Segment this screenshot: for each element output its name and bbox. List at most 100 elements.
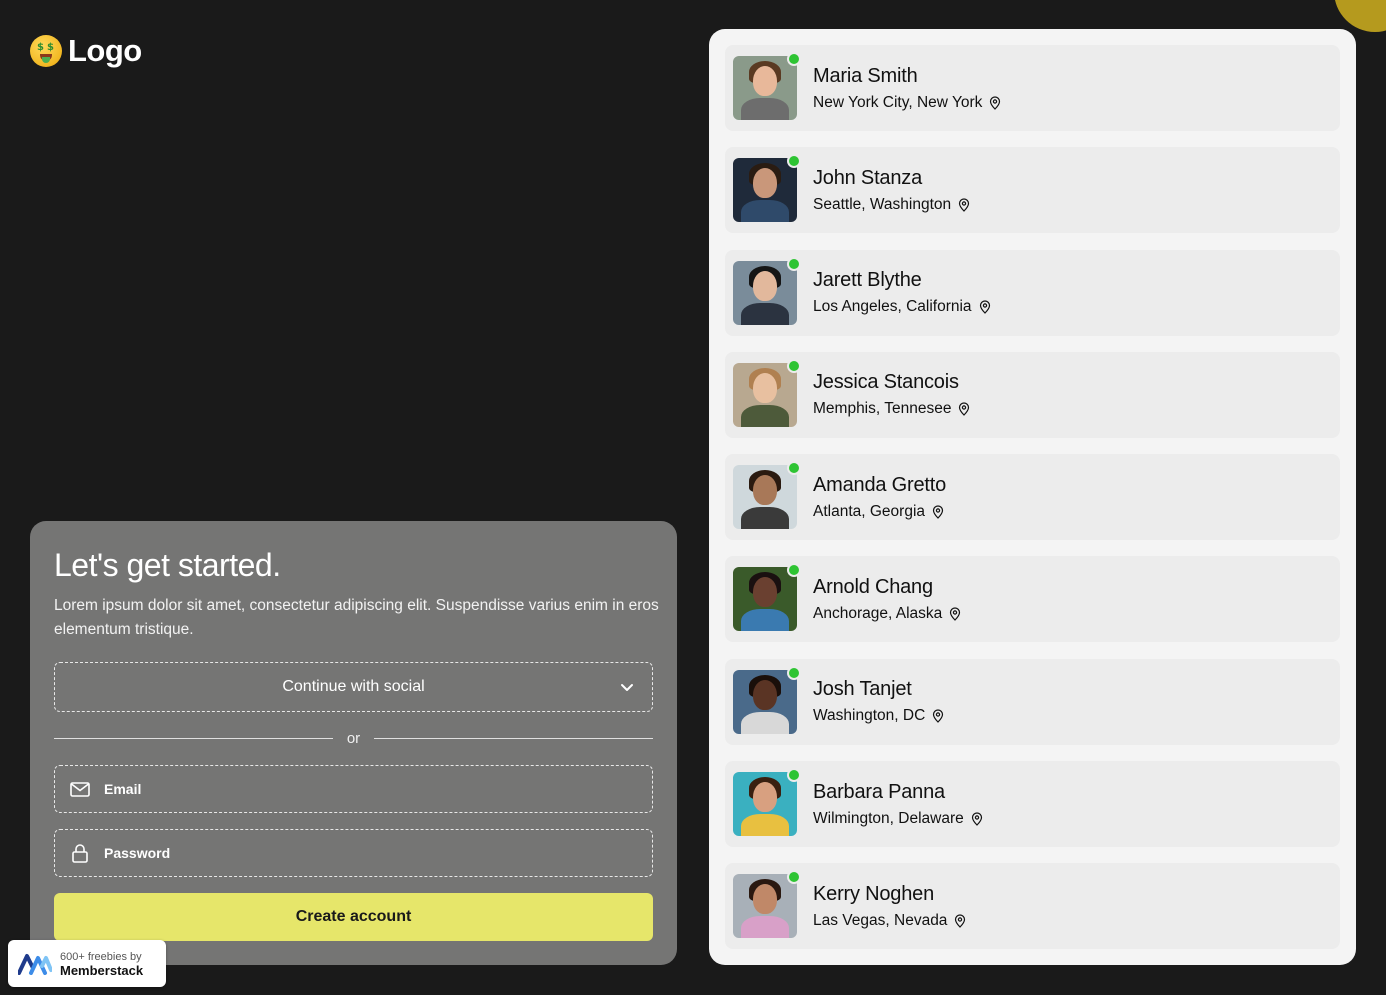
online-status-dot: [787, 358, 801, 373]
avatar-body: [741, 200, 789, 223]
person-name: Josh Tanjet: [813, 678, 912, 701]
map-pin-icon: [932, 505, 944, 519]
map-pin-icon: [959, 198, 970, 212]
online-status-dot: [787, 768, 801, 783]
avatar-head: [753, 270, 777, 301]
avatar-wrapper: [733, 870, 801, 939]
money-mouth-face-icon: [30, 35, 62, 67]
person-card[interactable]: Jarett Blythe Los Angeles, California: [725, 249, 1340, 336]
person-info: Maria Smith New York City, New York: [813, 65, 1002, 112]
online-status-dot: [787, 154, 801, 169]
avatar-head: [753, 66, 777, 96]
avatar-wrapper: [733, 256, 801, 325]
person-info: Kerry Noghen Las Vegas, Nevada: [813, 883, 967, 930]
badge-line-1: 600+ freebies by: [60, 950, 142, 963]
avatar-wrapper: [733, 52, 801, 120]
person-card[interactable]: Amanda Gretto Atlanta, Georgia: [725, 454, 1340, 541]
signup-title: Let's get started.: [54, 547, 281, 583]
avatar: [733, 158, 797, 223]
divider-line: [54, 738, 333, 739]
avatar: [733, 260, 797, 325]
map-pin-icon: [959, 402, 970, 417]
person-card[interactable]: Kerry Noghen Las Vegas, Nevada: [725, 863, 1340, 950]
person-card[interactable]: Arnold Chang Anchorage, Alaska: [725, 556, 1340, 643]
avatar-wrapper: [733, 768, 801, 837]
divider-line: [374, 738, 653, 739]
avatar-wrapper: [733, 665, 801, 734]
map-pin-icon: [933, 709, 944, 724]
online-status-dot: [787, 563, 801, 578]
avatar-body: [741, 814, 789, 837]
person-card[interactable]: Josh Tanjet Washington, DC: [725, 658, 1340, 745]
badge-line-2: Memberstack: [60, 962, 144, 978]
person-location-text: Las Vegas, Nevada: [813, 911, 948, 929]
avatar-body: [741, 916, 789, 939]
avatar-head: [753, 372, 777, 403]
person-card[interactable]: Maria Smith New York City, New York: [725, 45, 1340, 131]
people-list: Maria Smith New York City, New York John…: [709, 29, 1356, 965]
avatar-wrapper: [733, 461, 801, 530]
avatar-wrapper: [733, 154, 801, 223]
person-info: Jessica Stancois Memphis, Tennesee: [813, 371, 971, 418]
person-location-text: Wilmington, Delaware: [813, 809, 964, 827]
password-input[interactable]: [104, 845, 624, 861]
person-card[interactable]: Jessica Stancois Memphis, Tennesee: [725, 351, 1340, 438]
person-name: John Stanza: [813, 166, 922, 189]
person-location-text: Atlanta, Georgia: [813, 502, 926, 520]
corner-decoration: [1334, 0, 1386, 32]
memberstack-logo-icon: [18, 953, 52, 975]
online-status-dot: [787, 461, 801, 476]
email-input[interactable]: [104, 781, 624, 797]
avatar-head: [753, 679, 777, 710]
email-field-wrapper[interactable]: [54, 765, 653, 813]
signup-card: Let's get started. Lorem ipsum dolor sit…: [30, 521, 677, 965]
avatar: [733, 669, 797, 734]
avatar-body: [741, 404, 789, 427]
continue-with-social-dropdown[interactable]: Continue with social: [54, 662, 653, 712]
person-location: Las Vegas, Nevada: [813, 912, 967, 930]
avatar: [733, 362, 797, 427]
signup-description: Lorem ipsum dolor sit amet, consectetur …: [54, 597, 659, 638]
avatar-head: [753, 782, 777, 813]
avatar: [733, 772, 797, 837]
person-card[interactable]: Barbara Panna Wilmington, Delaware: [725, 761, 1340, 848]
person-location: New York City, New York: [813, 94, 1002, 112]
person-location: Los Angeles, California: [813, 298, 992, 316]
person-location-text: Memphis, Tennesee: [813, 400, 952, 418]
person-info: John Stanza Seattle, Washington: [813, 167, 971, 214]
online-status-dot: [787, 256, 801, 271]
map-pin-icon: [950, 607, 961, 621]
map-pin-icon: [979, 300, 990, 314]
password-field-wrapper[interactable]: [54, 829, 653, 877]
person-name: Jarett Blythe: [813, 269, 922, 292]
person-info: Amanda Gretto Atlanta, Georgia: [813, 474, 946, 521]
brand-logo[interactable]: Logo: [30, 33, 142, 69]
map-pin-icon: [971, 811, 982, 826]
lock-icon: [72, 844, 88, 863]
person-card[interactable]: John Stanza Seattle, Washington: [725, 147, 1340, 234]
person-info: Arnold Chang Anchorage, Alaska: [813, 576, 962, 623]
map-pin-icon: [990, 95, 1001, 110]
person-location: Anchorage, Alaska: [813, 605, 962, 623]
online-status-dot: [787, 870, 801, 885]
create-account-button[interactable]: Create account: [54, 893, 653, 941]
online-status-dot: [787, 665, 801, 680]
avatar-head: [753, 168, 777, 199]
avatar-body: [741, 302, 789, 325]
person-name: Amanda Gretto: [813, 473, 947, 496]
chevron-down-icon: [621, 684, 633, 691]
avatar-body: [741, 98, 789, 120]
person-location: Wilmington, Delaware: [813, 810, 984, 828]
avatar-wrapper: [733, 358, 801, 427]
person-location: Seattle, Washington: [813, 196, 971, 214]
divider-text: or: [346, 730, 361, 747]
person-location: Atlanta, Georgia: [813, 503, 946, 521]
person-name: Barbara Panna: [813, 780, 945, 803]
person-location-text: Seattle, Washington: [813, 195, 952, 213]
or-divider: or: [54, 730, 653, 747]
avatar: [733, 874, 797, 939]
social-button-label: Continue with social: [282, 678, 425, 695]
person-info: Josh Tanjet Washington, DC: [813, 678, 945, 725]
avatar: [733, 567, 797, 632]
memberstack-badge[interactable]: 600+ freebies by Memberstack: [8, 940, 166, 987]
